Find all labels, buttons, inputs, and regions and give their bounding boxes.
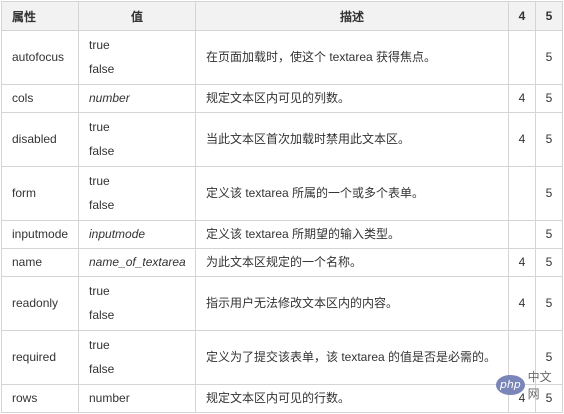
value-cell: true false xyxy=(78,30,196,85)
value-option: false xyxy=(89,143,115,158)
attribute-cell: inputmode xyxy=(1,220,79,249)
value-cell: inputmode xyxy=(78,220,196,249)
table-row: autofocus true false 在页面加载时，使这个 textarea 获得… xyxy=(1,30,563,85)
attribute-cell: cols xyxy=(1,84,79,113)
ie4-support-cell: 4 xyxy=(508,248,536,277)
header-ie4: 4 xyxy=(508,1,536,31)
value-cell: true false xyxy=(78,112,196,167)
description-cell: 定义该 textarea 所属的一个或多个表单。 xyxy=(195,166,509,221)
ie5-support-cell: 5 xyxy=(535,276,563,331)
attribute-cell: disabled xyxy=(1,112,79,167)
value-option: true xyxy=(89,338,110,352)
value-option: false xyxy=(89,361,115,376)
description-cell: 规定文本区内可见的列数。 xyxy=(195,84,509,113)
table-row: inputmode inputmode 定义该 textarea 所期望的输入类型。… xyxy=(1,220,563,249)
description-cell: 指示用户无法修改文本区内的内容。 xyxy=(195,276,509,331)
ie4-support-cell xyxy=(508,30,536,85)
value-option: false xyxy=(89,307,115,322)
description-cell: 在页面加载时，使这个 textarea 获得焦点。 xyxy=(195,30,509,85)
value-cell: name_of_textarea xyxy=(78,248,196,277)
attribute-cell: rows xyxy=(1,384,79,413)
value-option: number xyxy=(89,90,130,105)
ie4-support-cell: 4 xyxy=(508,84,536,113)
value-option: inputmode xyxy=(89,226,146,241)
watermark-text: 中文网 xyxy=(527,370,552,401)
value-option: number xyxy=(89,390,130,405)
header-description: 描述 xyxy=(195,1,509,31)
header-value: 值 xyxy=(78,1,196,31)
attribute-cell: name xyxy=(1,248,79,277)
value-cell: number xyxy=(78,384,196,413)
description-cell: 当此文本区首次加载时禁用此文本区。 xyxy=(195,112,509,167)
table-row: form true false 定义该 textarea 所属的一个或多个表单。 5 xyxy=(1,166,563,221)
value-option: false xyxy=(89,61,115,76)
ie5-support-cell: 5 xyxy=(535,84,563,113)
value-option: name_of_textarea xyxy=(89,254,186,269)
value-option: false xyxy=(89,197,115,212)
attribute-cell: required xyxy=(1,330,79,385)
attributes-table: 属性 值 描述 4 5 autofocus true false 在页面加载时，使这个… xyxy=(1,1,563,413)
description-cell: 为此文本区规定的一个名称。 xyxy=(195,248,509,277)
ie4-support-cell: 4 xyxy=(508,276,536,331)
ie4-support-cell: 4 xyxy=(508,112,536,167)
php-cn-watermark: php 中文网 xyxy=(496,370,562,401)
table-row: name name_of_textarea 为此文本区规定的一个名称。 4 5 xyxy=(1,248,563,277)
php-logo-icon: php xyxy=(496,375,525,395)
value-option: true xyxy=(89,38,110,52)
value-cell: true false xyxy=(78,166,196,221)
value-option: true xyxy=(89,120,110,134)
ie4-support-cell xyxy=(508,220,536,249)
value-option: true xyxy=(89,284,110,298)
value-cell: true false xyxy=(78,330,196,385)
description-cell: 定义为了提交该表单，该 textarea 的值是否是必需的。 xyxy=(195,330,509,385)
table-row: cols number 规定文本区内可见的列数。 4 5 xyxy=(1,84,563,113)
ie5-support-cell: 5 xyxy=(535,248,563,277)
value-option: true xyxy=(89,174,110,188)
value-cell: number xyxy=(78,84,196,113)
table-row: required true false 定义为了提交该表单，该 textarea 的值… xyxy=(1,330,563,385)
description-cell: 定义该 textarea 所期望的输入类型。 xyxy=(195,220,509,249)
attribute-cell: readonly xyxy=(1,276,79,331)
ie5-support-cell: 5 xyxy=(535,112,563,167)
table-row: rows number 规定文本区内可见的行数。 4 5 xyxy=(1,384,563,413)
description-cell: 规定文本区内可见的行数。 xyxy=(195,384,509,413)
ie4-support-cell xyxy=(508,166,536,221)
table-row: readonly true false 指示用户无法修改文本区内的内容。 4 5 xyxy=(1,276,563,331)
ie5-support-cell: 5 xyxy=(535,30,563,85)
table-header-row: 属性 值 描述 4 5 xyxy=(1,1,563,31)
header-ie5: 5 xyxy=(535,1,563,31)
ie5-support-cell: 5 xyxy=(535,220,563,249)
attribute-cell: form xyxy=(1,166,79,221)
header-attribute: 属性 xyxy=(1,1,79,31)
value-cell: true false xyxy=(78,276,196,331)
attribute-cell: autofocus xyxy=(1,30,79,85)
ie5-support-cell: 5 xyxy=(535,166,563,221)
table-row: disabled true false 当此文本区首次加载时禁用此文本区。 4 5 xyxy=(1,112,563,167)
